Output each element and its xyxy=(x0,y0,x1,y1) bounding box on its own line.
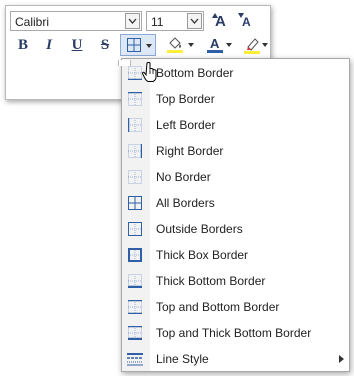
menu-item-outside-borders[interactable]: Outside Borders xyxy=(122,216,349,242)
outside-borders-icon xyxy=(128,222,142,236)
chevron-down-icon xyxy=(146,44,152,48)
font-name-value: Calibri xyxy=(15,15,50,29)
shrink-font-icon: A xyxy=(238,12,256,30)
top-border-icon xyxy=(128,92,142,106)
font-color-button[interactable]: A xyxy=(204,34,232,56)
popup-connector xyxy=(118,60,131,66)
no-border-icon xyxy=(128,170,142,184)
font-size-value: 11 xyxy=(151,15,164,29)
bold-button[interactable]: B xyxy=(12,34,34,56)
bottom-border-icon xyxy=(128,66,142,80)
menu-item-top-and-thick-bottom-border[interactable]: Top and Thick Bottom Border xyxy=(122,320,349,346)
menu-item-no-border[interactable]: No Border xyxy=(122,164,349,190)
line-style-icon xyxy=(127,353,143,366)
shrink-font-button[interactable]: A xyxy=(236,10,258,32)
font-size-dropdown-button[interactable] xyxy=(187,13,202,29)
chevron-down-icon xyxy=(128,18,137,24)
thick-box-border-icon xyxy=(128,248,142,262)
font-name-dropdown-button[interactable] xyxy=(125,13,140,29)
menu-item-all-borders[interactable]: All Borders xyxy=(122,190,349,216)
highlight-button[interactable] xyxy=(242,34,268,56)
underline-button[interactable]: U xyxy=(66,34,88,56)
top-thick-bottom-border-icon xyxy=(128,326,142,340)
chevron-down-icon xyxy=(262,43,268,47)
highlighter-icon xyxy=(244,37,260,54)
menu-item-thick-bottom-border[interactable]: Thick Bottom Border xyxy=(122,268,349,294)
menu-item-top-and-bottom-border[interactable]: Top and Bottom Border xyxy=(122,294,349,320)
italic-button[interactable]: I xyxy=(38,34,60,56)
menu-item-left-border[interactable]: Left Border xyxy=(122,112,349,138)
submenu-arrow-icon xyxy=(339,355,344,363)
font-name-combo[interactable]: Calibri xyxy=(10,11,142,31)
fill-color-button[interactable] xyxy=(164,34,194,56)
paint-bucket-icon xyxy=(167,37,183,53)
grow-font-button[interactable]: A xyxy=(210,10,232,32)
menu-item-top-border[interactable]: Top Border xyxy=(122,86,349,112)
menu-item-thick-box-border[interactable]: Thick Box Border xyxy=(122,242,349,268)
all-borders-icon xyxy=(128,196,142,210)
grow-font-icon: A xyxy=(212,12,230,30)
menu-item-right-border[interactable]: Right Border xyxy=(122,138,349,164)
chevron-down-icon xyxy=(190,18,199,24)
hand-cursor-icon xyxy=(142,62,157,82)
font-color-icon: A xyxy=(207,36,223,54)
font-size-combo[interactable]: 11 xyxy=(146,11,204,31)
menu-item-line-style[interactable]: Line Style xyxy=(122,346,349,372)
borders-button[interactable] xyxy=(120,34,156,56)
all-borders-icon xyxy=(126,38,141,52)
left-border-icon xyxy=(128,118,142,132)
top-bottom-border-icon xyxy=(128,300,142,314)
chevron-down-icon xyxy=(188,43,194,47)
thick-bottom-border-icon xyxy=(128,274,142,288)
chevron-down-icon xyxy=(226,43,232,47)
right-border-icon xyxy=(128,144,142,158)
strikethrough-button[interactable]: S xyxy=(94,34,116,56)
borders-dropdown-menu: Bottom Border Top Border Left Border Rig… xyxy=(121,58,350,372)
